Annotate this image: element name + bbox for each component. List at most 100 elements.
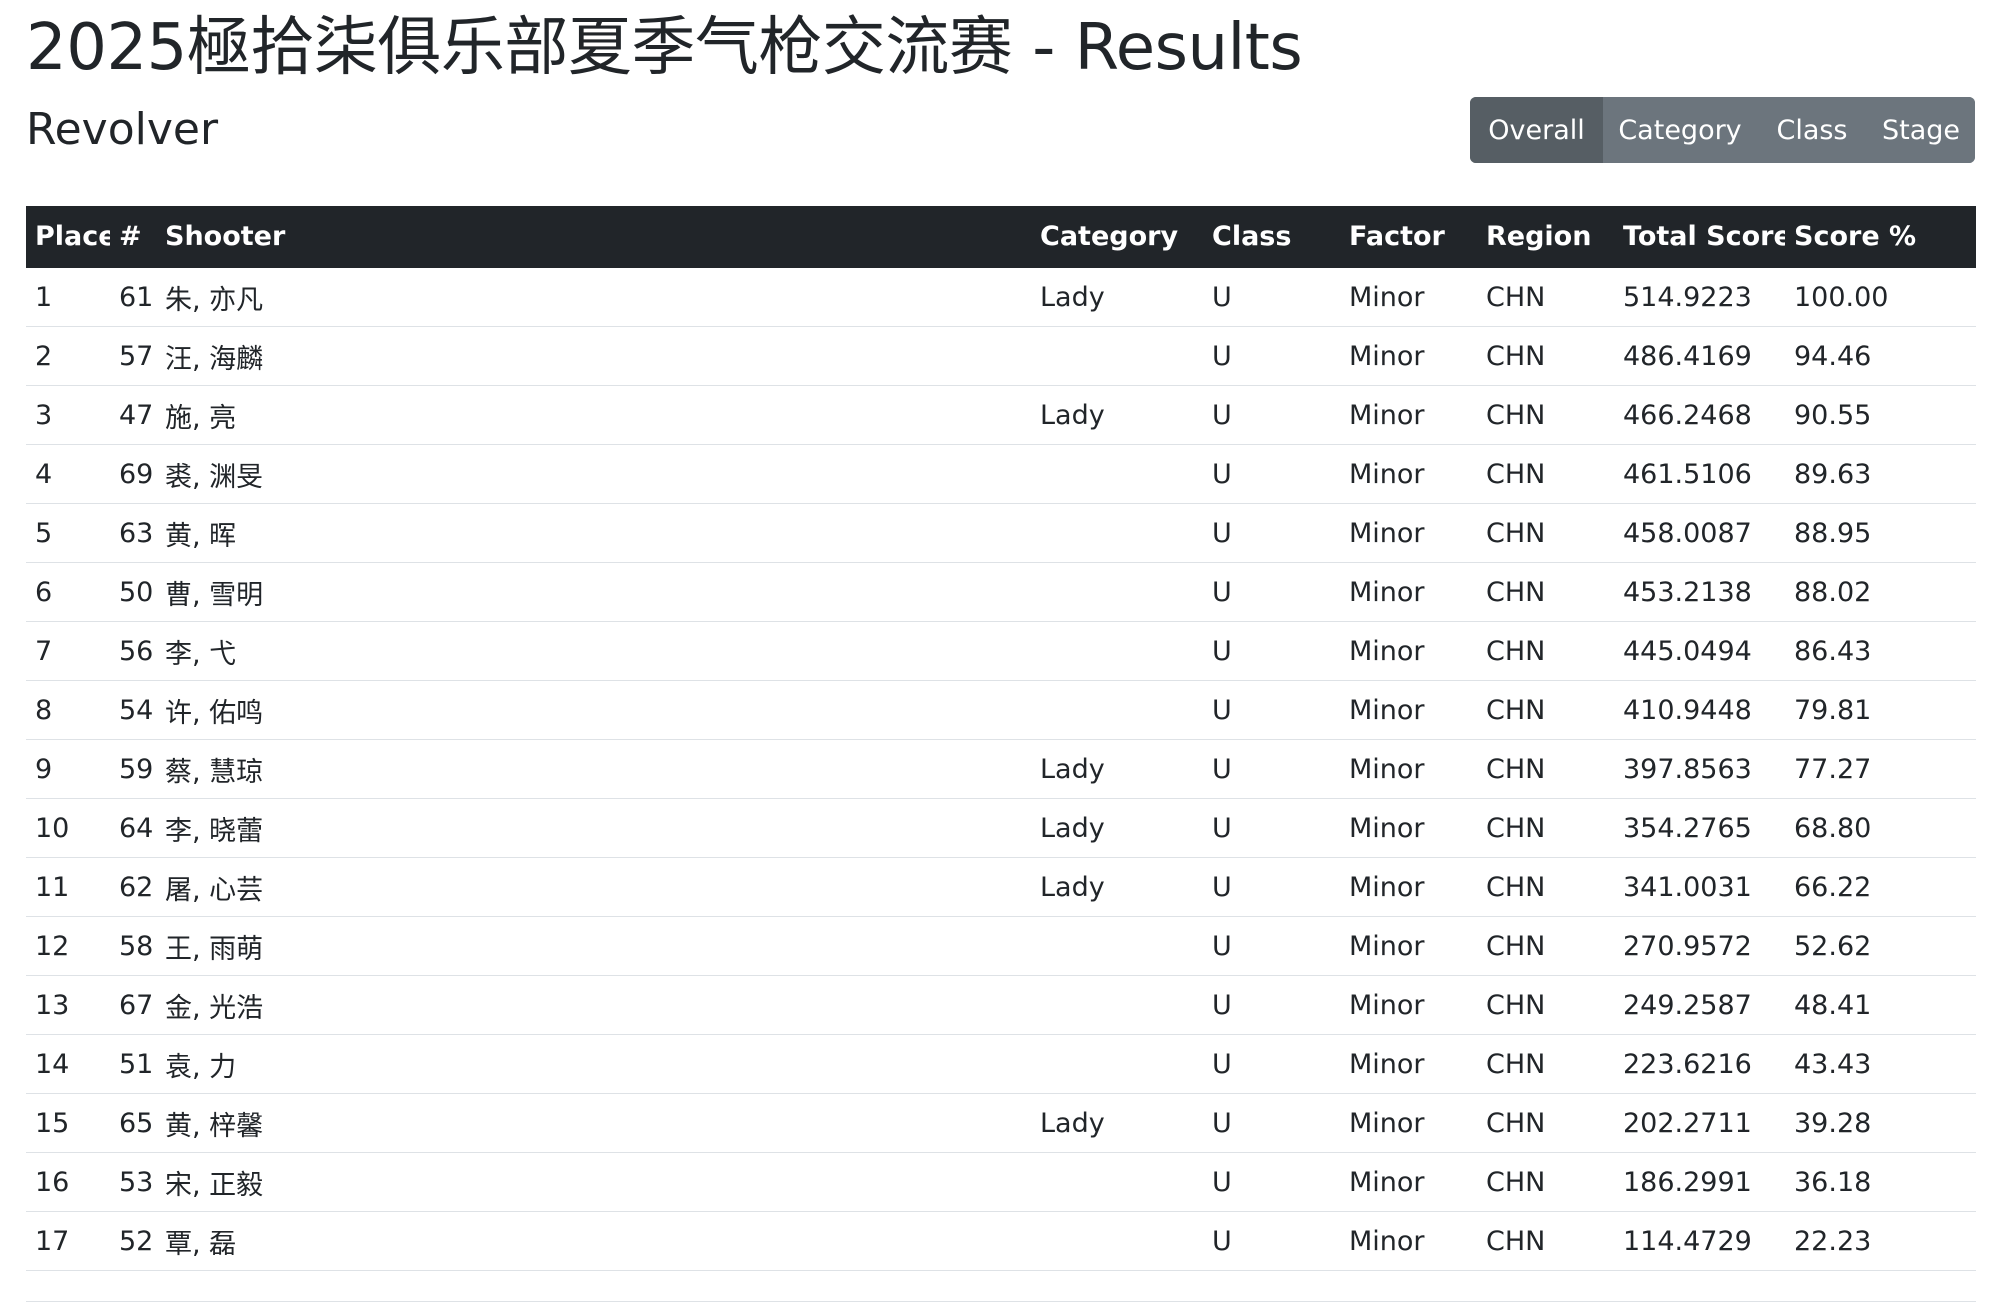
category-cell: [1031, 503, 1203, 563]
table-row[interactable]: 11 62 屠, 心芸 Lady U Minor CHN 341.0031 66.22: [26, 857, 1976, 917]
factor-cell: Minor: [1340, 798, 1477, 858]
region-cell: CHN: [1477, 975, 1614, 1035]
shooter-cell[interactable]: 覃, 磊: [156, 1211, 1031, 1271]
results-table: Place # Shooter Category Class Factor Re…: [26, 206, 1976, 1271]
shooter-cell[interactable]: 宋, 正毅: [156, 1152, 1031, 1212]
class-cell: U: [1203, 562, 1340, 622]
shooter-cell[interactable]: 曹, 雪明: [156, 562, 1031, 622]
shooter-cell[interactable]: 许, 佑鸣: [156, 680, 1031, 740]
class-cell: U: [1203, 503, 1340, 563]
shooter-cell[interactable]: 屠, 心芸: [156, 857, 1031, 917]
bottom-divider: [26, 1301, 1976, 1302]
table-row[interactable]: 12 58 王, 雨萌 U Minor CHN 270.9572 52.62: [26, 916, 1976, 976]
score-percent-cell: 77.27: [1785, 739, 1976, 799]
column-header-place[interactable]: Place: [26, 206, 110, 268]
number-cell: 47: [110, 385, 156, 445]
score-percent-cell: 94.46: [1785, 326, 1976, 386]
column-header-number[interactable]: #: [110, 206, 156, 268]
class-cell: U: [1203, 798, 1340, 858]
category-cell: [1031, 562, 1203, 622]
table-row[interactable]: 17 52 覃, 磊 U Minor CHN 114.4729 22.23: [26, 1211, 1976, 1271]
class-cell: U: [1203, 1152, 1340, 1212]
factor-cell: Minor: [1340, 975, 1477, 1035]
shooter-cell[interactable]: 金, 光浩: [156, 975, 1031, 1035]
shooter-cell[interactable]: 朱, 亦凡: [156, 267, 1031, 327]
total-score-cell: 397.8563: [1614, 739, 1785, 799]
factor-cell: Minor: [1340, 857, 1477, 917]
place-cell: 8: [26, 680, 110, 740]
place-cell: 6: [26, 562, 110, 622]
total-score-cell: 486.4169: [1614, 326, 1785, 386]
shooter-cell[interactable]: 李, 弋: [156, 621, 1031, 681]
score-percent-cell: 39.28: [1785, 1093, 1976, 1153]
shooter-cell[interactable]: 李, 晓蕾: [156, 798, 1031, 858]
place-cell: 3: [26, 385, 110, 445]
table-row[interactable]: 8 54 许, 佑鸣 U Minor CHN 410.9448 79.81: [26, 680, 1976, 740]
total-score-cell: 410.9448: [1614, 680, 1785, 740]
shooter-cell[interactable]: 施, 亮: [156, 385, 1031, 445]
region-cell: CHN: [1477, 857, 1614, 917]
place-cell: 7: [26, 621, 110, 681]
table-row[interactable]: 9 59 蔡, 慧琼 Lady U Minor CHN 397.8563 77.27: [26, 739, 1976, 799]
factor-cell: Minor: [1340, 1211, 1477, 1271]
place-cell: 1: [26, 267, 110, 327]
table-row[interactable]: 3 47 施, 亮 Lady U Minor CHN 466.2468 90.55: [26, 385, 1976, 445]
number-cell: 61: [110, 267, 156, 327]
table-row[interactable]: 6 50 曹, 雪明 U Minor CHN 453.2138 88.02: [26, 562, 1976, 622]
shooter-cell[interactable]: 袁, 力: [156, 1034, 1031, 1094]
column-header-region[interactable]: Region: [1477, 206, 1614, 268]
column-header-category[interactable]: Category: [1031, 206, 1203, 268]
table-row[interactable]: 1 61 朱, 亦凡 Lady U Minor CHN 514.9223 100.00: [26, 267, 1976, 327]
column-header-factor[interactable]: Factor: [1340, 206, 1477, 268]
table-row[interactable]: 4 69 裘, 渊旻 U Minor CHN 461.5106 89.63: [26, 444, 1976, 504]
category-cell: [1031, 1211, 1203, 1271]
class-cell: U: [1203, 975, 1340, 1035]
category-cell: Lady: [1031, 798, 1203, 858]
table-row[interactable]: 14 51 袁, 力 U Minor CHN 223.6216 43.43: [26, 1034, 1976, 1094]
shooter-cell[interactable]: 裘, 渊旻: [156, 444, 1031, 504]
table-row[interactable]: 15 65 黄, 梓馨 Lady U Minor CHN 202.2711 39.28: [26, 1093, 1976, 1153]
total-score-cell: 114.4729: [1614, 1211, 1785, 1271]
number-cell: 64: [110, 798, 156, 858]
region-cell: CHN: [1477, 916, 1614, 976]
class-tab[interactable]: Class: [1757, 97, 1867, 163]
category-cell: [1031, 326, 1203, 386]
shooter-cell[interactable]: 黄, 梓馨: [156, 1093, 1031, 1153]
table-row[interactable]: 13 67 金, 光浩 U Minor CHN 249.2587 48.41: [26, 975, 1976, 1035]
overall-tab[interactable]: Overall: [1470, 97, 1603, 163]
class-cell: U: [1203, 916, 1340, 976]
region-cell: CHN: [1477, 798, 1614, 858]
category-tab[interactable]: Category: [1603, 97, 1757, 163]
factor-cell: Minor: [1340, 267, 1477, 327]
score-percent-cell: 66.22: [1785, 857, 1976, 917]
number-cell: 59: [110, 739, 156, 799]
region-cell: CHN: [1477, 680, 1614, 740]
shooter-cell[interactable]: 黄, 晖: [156, 503, 1031, 563]
class-cell: U: [1203, 1034, 1340, 1094]
column-header-score-percent[interactable]: Score %: [1785, 206, 1976, 268]
class-cell: U: [1203, 621, 1340, 681]
stage-tab[interactable]: Stage: [1867, 97, 1975, 163]
shooter-cell[interactable]: 王, 雨萌: [156, 916, 1031, 976]
table-row[interactable]: 5 63 黄, 晖 U Minor CHN 458.0087 88.95: [26, 503, 1976, 563]
division-subtitle: Revolver: [26, 104, 219, 155]
table-row[interactable]: 16 53 宋, 正毅 U Minor CHN 186.2991 36.18: [26, 1152, 1976, 1212]
page-title: 2025極拾柒俱乐部夏季气枪交流赛 - Results: [26, 11, 1303, 85]
category-cell: [1031, 975, 1203, 1035]
number-cell: 53: [110, 1152, 156, 1212]
shooter-cell[interactable]: 蔡, 慧琼: [156, 739, 1031, 799]
table-row[interactable]: 10 64 李, 晓蕾 Lady U Minor CHN 354.2765 68.80: [26, 798, 1976, 858]
shooter-cell[interactable]: 汪, 海麟: [156, 326, 1031, 386]
total-score-cell: 466.2468: [1614, 385, 1785, 445]
factor-cell: Minor: [1340, 739, 1477, 799]
results-body: 1 61 朱, 亦凡 Lady U Minor CHN 514.9223 100.00 2 57 汪,…: [26, 267, 1976, 1271]
column-header-shooter[interactable]: Shooter: [156, 206, 1031, 268]
table-row[interactable]: 7 56 李, 弋 U Minor CHN 445.0494 86.43: [26, 621, 1976, 681]
class-cell: U: [1203, 326, 1340, 386]
column-header-class[interactable]: Class: [1203, 206, 1340, 268]
place-cell: 12: [26, 916, 110, 976]
table-row[interactable]: 2 57 汪, 海麟 U Minor CHN 486.4169 94.46: [26, 326, 1976, 386]
total-score-cell: 223.6216: [1614, 1034, 1785, 1094]
factor-cell: Minor: [1340, 503, 1477, 563]
column-header-total-score[interactable]: Total Score: [1614, 206, 1785, 268]
